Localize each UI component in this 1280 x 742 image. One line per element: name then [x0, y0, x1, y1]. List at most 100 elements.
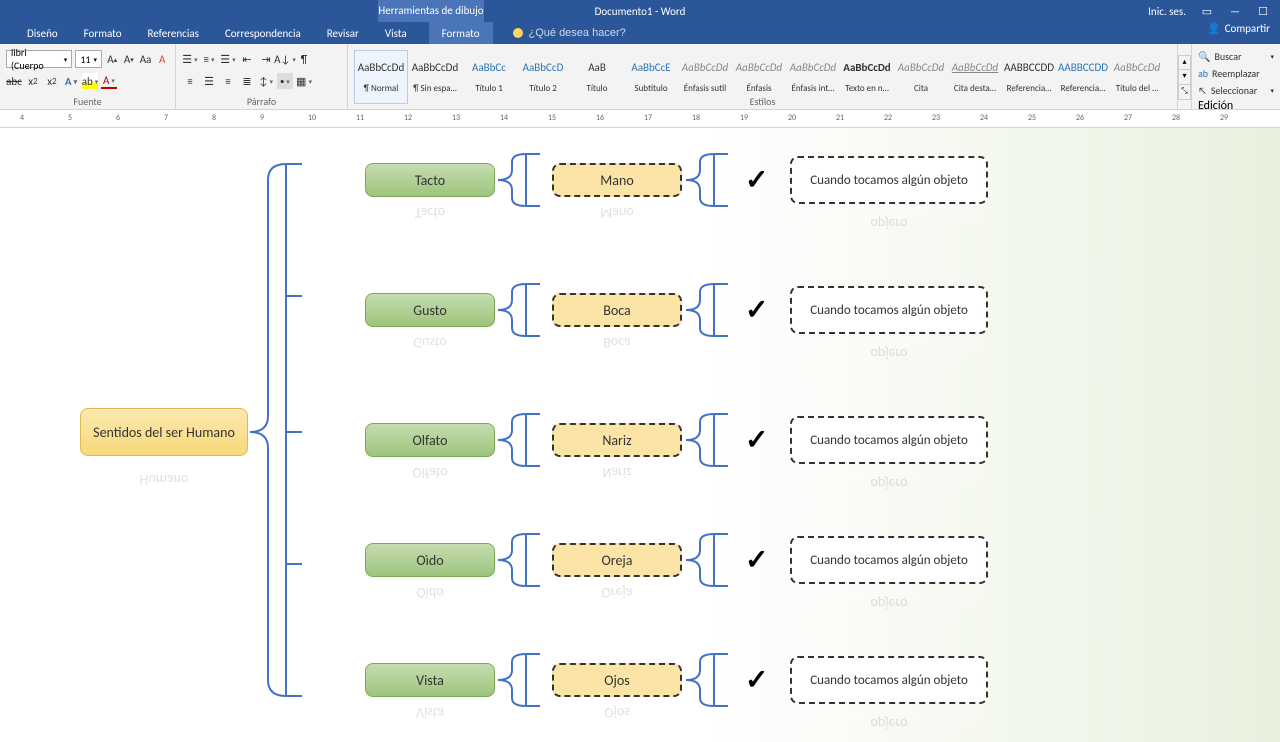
ruler-tick: 27	[1124, 113, 1132, 123]
diagram-sense-node[interactable]: Tacto	[365, 163, 495, 197]
styles-expand[interactable]: ⤡	[1178, 85, 1191, 100]
font-color-icon[interactable]: A	[101, 73, 117, 89]
sense-reflection: Olfato	[365, 459, 495, 481]
style-preview: AaBbCcE	[625, 51, 677, 83]
tell-me-box[interactable]	[513, 22, 729, 44]
align-left-icon[interactable]: ≡	[182, 73, 198, 89]
clear-format-icon[interactable]: A	[155, 51, 169, 67]
document-canvas[interactable]: Sentidos del ser Humano Humano TactoTact…	[0, 128, 1280, 742]
ruler-tick: 18	[692, 113, 700, 123]
superscript-icon[interactable]: x2	[44, 73, 60, 89]
organ-reflection: Boca	[552, 329, 682, 351]
ruler-tick: 20	[788, 113, 796, 123]
diagram-desc-node[interactable]: Cuando tocamos algún objeto	[790, 156, 988, 204]
style-preview: AaBbCcD	[517, 51, 569, 83]
style-preview: AaBbCcDd	[895, 51, 947, 83]
diagram-organ-node[interactable]: Nariz	[552, 423, 682, 457]
font-size-select[interactable]: 11▾	[75, 50, 102, 68]
style-preview: AABBCCDD	[1003, 51, 1055, 83]
diagram-organ-node[interactable]: Oreja	[552, 543, 682, 577]
ruler-tick: 19	[740, 113, 748, 123]
diagram-organ-node[interactable]: Ojos	[552, 663, 682, 697]
strikethrough-icon[interactable]: abc	[6, 73, 22, 89]
maximize-button[interactable]: ☐	[1256, 5, 1270, 18]
select-button[interactable]: ↖Seleccionar▾	[1198, 82, 1274, 99]
tab-formato-draw[interactable]: Formato	[429, 22, 493, 44]
sense-reflection: Vista	[365, 699, 495, 721]
bracket-sense-organ	[498, 534, 544, 586]
diagram-sense-node[interactable]: Gusto	[365, 293, 495, 327]
tab-correspondencia[interactable]: Correspondencia	[212, 22, 314, 44]
shrink-font-icon[interactable]: A▾	[122, 51, 136, 67]
diagram-sense-node[interactable]: Oìdo	[365, 543, 495, 577]
styles-scroll-up[interactable]: ▴	[1178, 55, 1191, 70]
diagram-sense-node[interactable]: Olfato	[365, 423, 495, 457]
indent-dec-icon[interactable]: ⇤	[239, 51, 255, 67]
sense-reflection: Gusto	[365, 329, 495, 351]
diagram-desc-node[interactable]: Cuando tocamos algún objeto	[790, 286, 988, 334]
ruler-tick: 21	[836, 113, 844, 123]
bracket-sense-organ	[498, 654, 544, 706]
diagram-organ-node[interactable]: Boca	[552, 293, 682, 327]
style-name: Texto en n…	[841, 83, 893, 94]
checkmark-icon: ✓	[745, 162, 768, 197]
align-right-icon[interactable]: ≡	[220, 73, 236, 89]
multilevel-icon[interactable]: ☰	[220, 51, 236, 67]
group-label-fuente: Fuente	[0, 95, 175, 108]
justify-icon[interactable]: ≣	[239, 73, 255, 89]
line-spacing-icon[interactable]: ↕	[258, 73, 274, 89]
checkmark-icon: ✓	[745, 292, 768, 327]
ruler-tick: 9	[260, 113, 264, 123]
style-preview: AaBbCcDd	[679, 51, 731, 83]
share-button[interactable]: 👤 Compartir	[1207, 22, 1270, 35]
style-name: Título 1	[463, 83, 515, 94]
highlight-icon[interactable]: ab	[82, 73, 98, 89]
style-preview: AABBCCDD	[1057, 51, 1109, 83]
style-preview: AaBbCcDd	[409, 51, 461, 83]
subscript-icon[interactable]: x2	[25, 73, 41, 89]
signin-link[interactable]: Inic. ses.	[1148, 5, 1186, 18]
style-preview: AaBbCcDd	[949, 51, 1001, 83]
sort-icon[interactable]: A↓	[277, 51, 293, 67]
ruler-tick: 28	[1172, 113, 1180, 123]
diagram-desc-node[interactable]: Cuando tocamos algún objeto	[790, 656, 988, 704]
numbering-icon[interactable]: ≡	[201, 51, 217, 67]
align-center-icon[interactable]: ☰	[201, 73, 217, 89]
tab-diseno[interactable]: Diseño	[14, 22, 71, 44]
checkmark-icon: ✓	[745, 542, 768, 577]
organ-reflection: Nariz	[552, 459, 682, 481]
tell-me-input[interactable]	[529, 27, 729, 39]
tab-referencias[interactable]: Referencias	[135, 22, 212, 44]
tab-formato[interactable]: Formato	[71, 22, 135, 44]
ruler-tick: 29	[1220, 113, 1228, 123]
ruler-tick: 6	[116, 113, 120, 123]
organ-reflection: Ojos	[552, 699, 682, 721]
indent-inc-icon[interactable]: ⇥	[258, 51, 274, 67]
ruler-tick: 10	[308, 113, 316, 123]
tab-revisar[interactable]: Revisar	[314, 22, 372, 44]
ruler-tick: 14	[500, 113, 508, 123]
tab-vista[interactable]: Vista	[372, 22, 420, 44]
shading-icon[interactable]: ▪	[277, 73, 293, 89]
style-name: Cita desta…	[949, 83, 1001, 94]
bullets-icon[interactable]: ☰	[182, 51, 198, 67]
bracket-sense-organ	[498, 154, 544, 206]
ribbon-display-options-icon[interactable]: ▭	[1200, 5, 1214, 18]
font-name-select[interactable]: libri (Cuerpo▾	[6, 50, 72, 68]
diagram-organ-node[interactable]: Mano	[552, 163, 682, 197]
grow-font-icon[interactable]: A▴	[105, 51, 119, 67]
text-effects-icon[interactable]: A	[63, 73, 79, 89]
diagram-sense-node[interactable]: Vista	[365, 663, 495, 697]
find-button[interactable]: 🔍Buscar▾	[1198, 48, 1274, 65]
diagram-desc-node[interactable]: Cuando tocamos algún objeto	[790, 416, 988, 464]
styles-scroll-down[interactable]: ▾	[1178, 70, 1191, 85]
horizontal-ruler[interactable]: 4567891011121314151617181920212223242526…	[0, 110, 1280, 128]
diagram-desc-node[interactable]: Cuando tocamos algún objeto	[790, 536, 988, 584]
change-case-icon[interactable]: Aa	[139, 51, 153, 67]
replace-button[interactable]: abReemplazar	[1198, 65, 1274, 82]
ribbon-group-parrafo: ☰ ≡ ☰ ⇤ ⇥ A↓ ¶ ≡ ☰ ≡ ≣ ↕ ▪ ▦ Párrafo	[176, 44, 348, 110]
show-marks-icon[interactable]: ¶	[296, 51, 312, 67]
borders-icon[interactable]: ▦	[296, 73, 312, 89]
diagram-root-node[interactable]: Sentidos del ser Humano	[80, 408, 248, 456]
minimize-button[interactable]: —	[1228, 5, 1242, 18]
